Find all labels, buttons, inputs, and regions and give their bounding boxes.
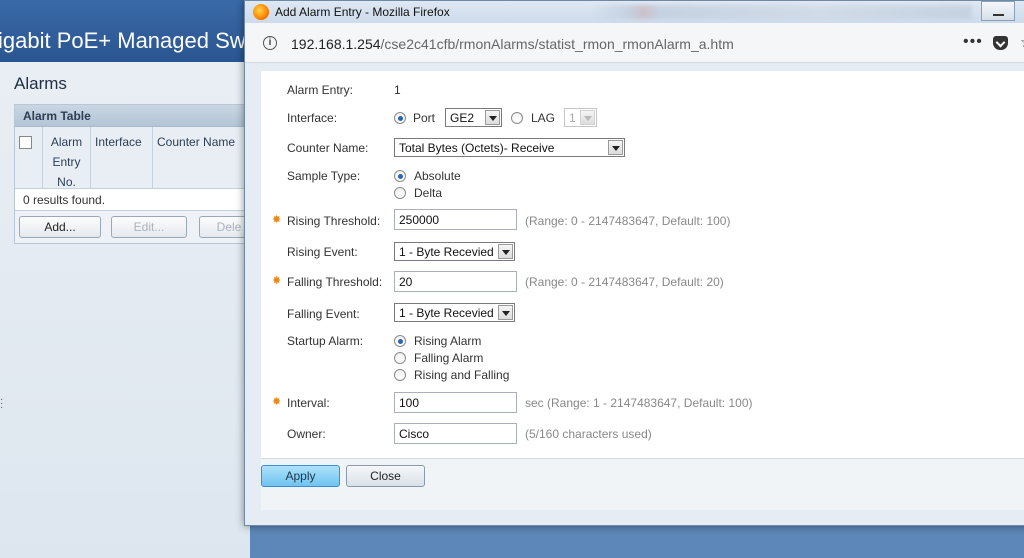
url[interactable]: 192.168.1.254/cse2c41cfb/rmonAlarms/stat… (291, 36, 734, 52)
select-all-cell (15, 127, 43, 188)
apply-button[interactable]: Apply (261, 465, 340, 487)
alarm-table-header: Alarm Entry No. Interface Counter Name (15, 127, 249, 189)
column-alarm-entry-no: Alarm Entry No. (43, 127, 91, 189)
add-button[interactable]: Add... (19, 216, 101, 238)
falling-event-label: Falling Event: (287, 307, 360, 321)
alarm-table-caption: Alarm Table (15, 105, 249, 127)
startup-rising-and-falling-radio[interactable] (394, 369, 406, 381)
startup-rising-alarm-radio[interactable] (394, 335, 406, 347)
add-alarm-entry-window: Add Alarm Entry - Mozilla Firefox i 192.… (244, 0, 1024, 526)
rising-threshold-label: Rising Threshold: (287, 214, 381, 228)
column-counter-name: Counter Name (157, 135, 236, 149)
resize-handle[interactable]: · · · (0, 395, 3, 413)
required-icon (272, 213, 282, 226)
column-interface: Interface (91, 127, 153, 188)
sample-type-delta-radio[interactable] (394, 187, 406, 199)
required-icon (272, 274, 282, 287)
counter-name-label: Counter Name: (287, 141, 369, 155)
chevron-down-icon (485, 110, 500, 125)
select-all-checkbox[interactable] (19, 136, 32, 149)
falling-threshold-label: Falling Threshold: (287, 275, 383, 289)
port-select[interactable]: GE2 (445, 108, 502, 127)
interface-label: Interface: (287, 111, 338, 125)
interface-lag-radio[interactable] (511, 112, 523, 124)
window-title: Add Alarm Entry - Mozilla Firefox (275, 5, 450, 19)
pocket-icon[interactable] (993, 36, 1008, 50)
interval-hint: sec (Range: 1 - 2147483647, Default: 100… (525, 396, 753, 410)
required-icon (272, 395, 282, 408)
chevron-down-icon (498, 244, 513, 259)
firefox-icon (253, 4, 269, 20)
startup-rising-and-falling-label: Rising and Falling (414, 368, 510, 382)
interface-port-label: Port (413, 111, 436, 125)
close-button[interactable]: Close (346, 465, 425, 487)
address-bar[interactable]: i 192.168.1.254/cse2c41cfb/rmonAlarms/st… (245, 23, 1024, 63)
alarm-table: Alarm Table Alarm Entry No. Interface Co… (14, 104, 259, 244)
interval-label: Interval: (287, 396, 330, 410)
table-actions: Add... Edit... Dele (15, 211, 259, 243)
startup-falling-alarm-radio[interactable] (394, 352, 406, 364)
startup-alarm-label: Startup Alarm: (287, 334, 364, 348)
owner-input[interactable] (394, 423, 517, 444)
interface-lag-label: LAG (531, 111, 556, 125)
interval-input[interactable] (394, 392, 517, 413)
alarms-page: Alarms Alarm Table Alarm Entry No. Inter… (0, 62, 259, 558)
sample-type-absolute-radio[interactable] (394, 170, 406, 182)
results-count: 0 results found. (15, 189, 249, 211)
rising-threshold-input[interactable] (394, 209, 517, 230)
chevron-down-icon (498, 305, 513, 320)
startup-falling-alarm-label: Falling Alarm (414, 351, 484, 365)
url-host: 192.168.1.254 (291, 36, 381, 52)
startup-rising-alarm-label: Rising Alarm (414, 334, 482, 348)
minimize-button[interactable] (981, 1, 1015, 21)
edit-button[interactable]: Edit... (111, 216, 187, 238)
interface-port-radio[interactable] (394, 112, 406, 124)
window-titlebar[interactable]: Add Alarm Entry - Mozilla Firefox (245, 1, 1024, 23)
sample-type-delta-label: Delta (414, 186, 443, 200)
chevron-down-icon (608, 140, 623, 155)
app-title: igabit PoE+ Managed Sw (0, 28, 246, 53)
blurred-background-toolbar (590, 5, 972, 19)
sample-type-absolute-label: Absolute (414, 169, 461, 183)
counter-name-select[interactable]: Total Bytes (Octets)- Receive (394, 138, 625, 157)
alarm-entry-label: Alarm Entry: (287, 83, 354, 97)
rising-threshold-hint: (Range: 0 - 2147483647, Default: 100) (525, 214, 731, 228)
info-icon[interactable]: i (263, 36, 277, 50)
alarm-entry-value: 1 (394, 83, 401, 97)
falling-threshold-hint: (Range: 0 - 2147483647, Default: 20) (525, 275, 724, 289)
owner-label: Owner: (287, 427, 326, 441)
falling-event-select[interactable]: 1 - Byte Recevied (394, 303, 515, 322)
url-path: /cse2c41cfb/rmonAlarms/statist_rmon_rmon… (380, 36, 734, 52)
bookmark-star-icon[interactable]: ☆ (1020, 33, 1024, 51)
page-title: Alarms (14, 74, 67, 93)
rising-event-label: Rising Event: (287, 245, 358, 259)
form-area: Alarm Entry: 1 Interface: Port GE2 LAG 1… (261, 71, 1024, 458)
dialog-footer: Apply Close (261, 458, 1024, 510)
owner-hint: (5/160 characters used) (525, 427, 652, 441)
sample-type-label: Sample Type: (287, 169, 361, 183)
falling-threshold-input[interactable] (394, 271, 517, 292)
rising-event-select[interactable]: 1 - Byte Recevied (394, 242, 515, 261)
chevron-down-icon (580, 110, 595, 125)
page-actions-icon[interactable]: ••• (963, 33, 983, 51)
lag-select[interactable]: 1 (564, 108, 597, 127)
